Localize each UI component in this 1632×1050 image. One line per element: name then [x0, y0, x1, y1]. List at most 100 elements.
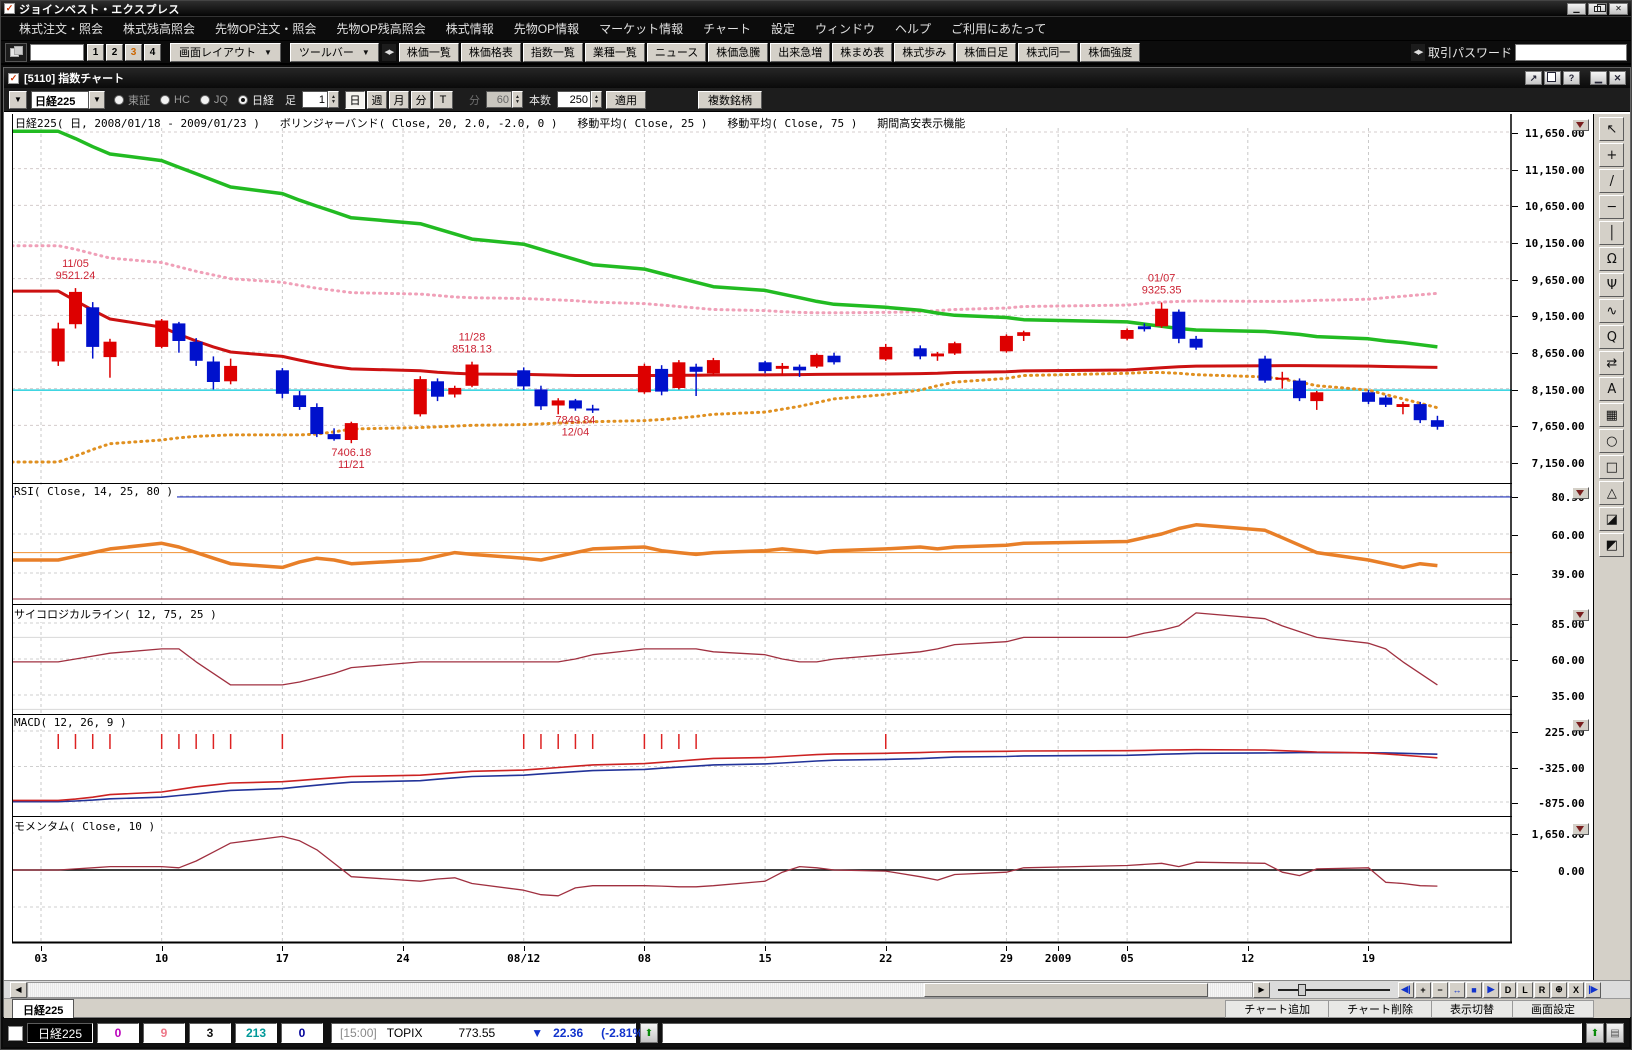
candle-01-05[interactable]: [1120, 328, 1134, 341]
quick-entry-input[interactable]: [30, 43, 84, 61]
market-radio[interactable]: 東証: [114, 92, 150, 108]
menu-item[interactable]: ご利用にあたって: [941, 20, 1056, 37]
menu-item[interactable]: ヘルプ: [885, 20, 941, 37]
popout-window-icon[interactable]: ↗: [1525, 71, 1542, 85]
candle-11-27[interactable]: [448, 385, 462, 398]
chart-action-button[interactable]: チャート追加: [1226, 1000, 1330, 1018]
scroll-right-icon[interactable]: ▶: [1253, 981, 1270, 998]
mode-d-button[interactable]: D: [1500, 981, 1516, 998]
toolbar-splitter-icon[interactable]: ◀▶: [381, 43, 396, 61]
market-radio[interactable]: HC: [160, 94, 190, 106]
minimize-icon[interactable]: ▁: [1567, 2, 1586, 15]
duplicate-window-icon[interactable]: [1544, 71, 1561, 85]
symbol-menu-dropdown[interactable]: ▼: [9, 90, 27, 109]
candle-11-19[interactable]: [310, 403, 324, 438]
alert-bell-tool-icon[interactable]: Ω: [1599, 247, 1625, 271]
chart-plot-area[interactable]: 11/05 9521.24 7406.18 11/21 11/28 8518.13 7849…: [12, 114, 1512, 946]
candle-11-12[interactable]: [189, 338, 203, 366]
period-button[interactable]: T: [432, 90, 453, 109]
zigzag-tool-icon[interactable]: ∿: [1599, 299, 1625, 323]
toolbar-button[interactable]: 指数一覧: [522, 42, 583, 62]
ellipse-tool-icon[interactable]: ○: [1599, 429, 1625, 453]
eraser-tool-icon[interactable]: ◪: [1599, 507, 1625, 531]
candle-11-06[interactable]: [86, 302, 100, 359]
candle-12-18[interactable]: [810, 353, 824, 369]
magnify-button[interactable]: ⊕: [1551, 981, 1567, 998]
candle-12-29[interactable]: [999, 334, 1013, 353]
panel-dropdown-icon[interactable]: [1571, 823, 1589, 835]
chevron-down-icon[interactable]: ▼: [89, 90, 105, 109]
candle-12-05[interactable]: [586, 404, 600, 413]
bar-count-spinner[interactable]: ▲ ▼: [590, 91, 602, 108]
screen-layout-dropdown[interactable]: 画面レイアウト ▼: [170, 42, 281, 62]
candle-01-07[interactable]: [1155, 302, 1169, 328]
collapse-up-icon[interactable]: ⬆: [640, 1023, 658, 1043]
candle-01-09[interactable]: [1189, 335, 1203, 350]
menu-item[interactable]: 先物OP残高照会: [326, 20, 435, 37]
symbol-combo-value[interactable]: 日経225: [31, 90, 89, 109]
menu-item[interactable]: 株式注文・照会: [9, 20, 113, 37]
candle-12-12[interactable]: [706, 357, 720, 376]
candle-11-18[interactable]: [293, 390, 307, 410]
interval-spinner[interactable]: ▲ ▼: [327, 91, 339, 108]
zoom-slider-handle[interactable]: [1298, 983, 1306, 996]
candle-01-22[interactable]: [1413, 401, 1427, 424]
text-tool-icon[interactable]: A: [1599, 377, 1625, 401]
mode-l-button[interactable]: L: [1517, 981, 1533, 998]
trendline-tool-icon[interactable]: /: [1599, 169, 1625, 193]
toolbar-dropdown[interactable]: ツールバー ▼: [289, 42, 379, 62]
zoom-out-button[interactable]: −: [1432, 981, 1448, 998]
rectangle-tool-icon[interactable]: □: [1599, 455, 1625, 479]
candle-12-24[interactable]: [913, 345, 927, 360]
candle-01-16[interactable]: [1310, 390, 1324, 410]
tab-nikkei225[interactable]: 日経225: [12, 999, 75, 1018]
candle-12-11[interactable]: [689, 363, 703, 396]
period-button[interactable]: 分: [410, 90, 431, 109]
toolbar-button[interactable]: 株式歩み: [894, 42, 955, 62]
menu-item[interactable]: ウィンドウ: [805, 20, 885, 37]
interval-input[interactable]: [301, 91, 328, 108]
help-icon[interactable]: ?: [1563, 71, 1580, 85]
candle-11-13[interactable]: [206, 356, 220, 390]
candle-12-26[interactable]: [948, 341, 962, 355]
chart-close-icon[interactable]: ✕: [1609, 71, 1626, 85]
scroll-left-end-button[interactable]: ◀|: [1398, 981, 1414, 998]
candle-01-08[interactable]: [1172, 309, 1186, 344]
symbol-combo[interactable]: 日経225 ▼: [31, 90, 105, 109]
candle-11-26[interactable]: [431, 378, 444, 402]
chart-minimize-icon[interactable]: ▁: [1590, 71, 1607, 85]
chart-action-button[interactable]: チャート削除: [1329, 1000, 1432, 1018]
candle-11-07[interactable]: [103, 338, 117, 378]
mode-r-button[interactable]: R: [1534, 981, 1550, 998]
candle-01-15[interactable]: [1293, 378, 1306, 402]
bar-count-input[interactable]: [556, 91, 591, 108]
layout-4-button[interactable]: 4: [144, 43, 161, 61]
play-button[interactable]: ▶: [1483, 981, 1499, 998]
chart-action-button[interactable]: 画面設定: [1513, 1000, 1594, 1018]
candle-12-19[interactable]: [827, 352, 841, 365]
candle-12-10[interactable]: [672, 360, 686, 390]
pointer-tool-icon[interactable]: ↖: [1599, 117, 1625, 141]
multi-symbol-button[interactable]: 複数銘柄: [697, 90, 762, 109]
price-chart-canvas[interactable]: 11/059521.24 7406.1811/21 11/288518.13 7849…: [12, 114, 1512, 946]
candle-01-20[interactable]: [1379, 395, 1393, 407]
toolbar-button[interactable]: 株まめ表: [832, 42, 893, 62]
candle-11-25[interactable]: [413, 376, 427, 417]
password-splitter-icon[interactable]: ◀▶: [1410, 43, 1425, 61]
cycle-lines-tool-icon[interactable]: ⇄: [1599, 351, 1625, 375]
candle-01-21[interactable]: [1396, 401, 1410, 415]
crosshair-tool-icon[interactable]: +: [1599, 143, 1625, 167]
triangle-tool-icon[interactable]: △: [1599, 481, 1625, 505]
layout-3-button[interactable]: 3: [125, 43, 142, 61]
status-toggle-button[interactable]: [8, 1025, 23, 1041]
panel-dropdown-icon[interactable]: [1571, 487, 1589, 499]
period-button[interactable]: 週: [366, 90, 387, 109]
grid-tool-icon[interactable]: ▦: [1599, 403, 1625, 427]
candle-12-30[interactable]: [1017, 330, 1031, 341]
toolbar-button[interactable]: 株価急騰: [708, 42, 769, 62]
candle-11-04[interactable]: [51, 322, 65, 366]
chart-action-button[interactable]: 表示切替: [1432, 1000, 1513, 1018]
erase-all-tool-icon[interactable]: ◩: [1599, 533, 1625, 557]
candle-12-08[interactable]: [637, 363, 651, 394]
restore-icon[interactable]: [1588, 2, 1607, 15]
